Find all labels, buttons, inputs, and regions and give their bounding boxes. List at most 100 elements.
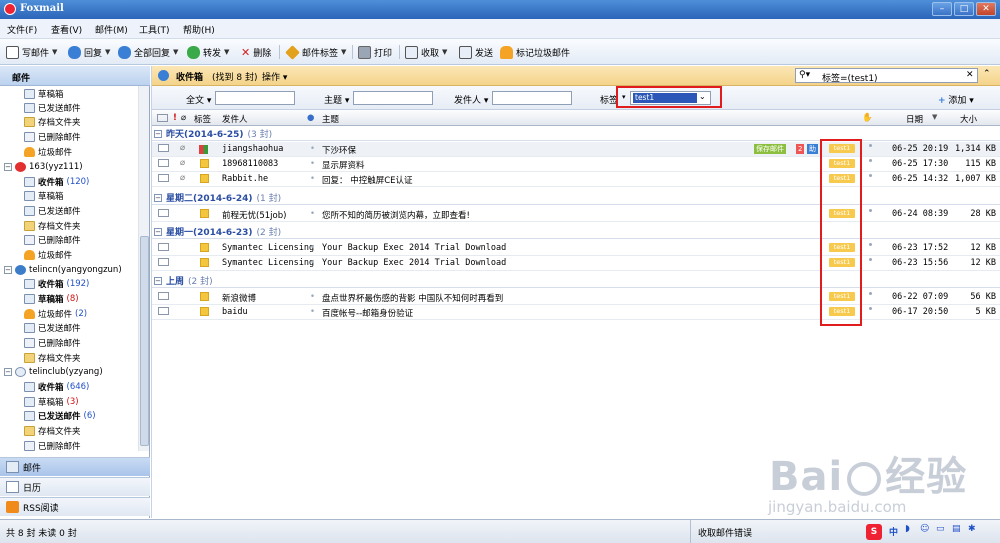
menu-mail[interactable]: 邮件(M)	[95, 23, 128, 36]
col-tag[interactable]: 标签	[194, 113, 211, 125]
group-header[interactable]: − 昨天(2014-6-25) (3 封)	[152, 127, 1000, 141]
full-text-input[interactable]	[215, 91, 295, 105]
sort-desc-icon[interactable]: ▼	[932, 113, 937, 121]
group-header[interactable]: − 上周 (2 封)	[152, 274, 1000, 288]
mark-spam-button[interactable]: 标记垃圾邮件	[500, 44, 570, 60]
sogou-ime-icon[interactable]: S	[866, 524, 882, 540]
receive-button[interactable]: 收取 ▼	[405, 44, 447, 60]
mail-tag-button[interactable]: 邮件标签 ▼	[285, 44, 346, 60]
folder-item[interactable]: 已发送邮件	[24, 101, 81, 115]
search-box[interactable]: ⚲▾ 标签=(test1) ✕	[795, 68, 978, 84]
ime-settings-icon[interactable]: ✱	[968, 524, 976, 534]
message-row[interactable]: ⌀ Rabbit.he • 回复： 中控触屏CE认证 test1 06-25 1…	[152, 172, 1000, 187]
search-input[interactable]: 标签=(test1)	[822, 71, 878, 84]
folder-item[interactable]: 已删除邮件	[24, 439, 81, 451]
message-row[interactable]: baidu • 百度帐号--邮箱身份验证 test1 06-17 20:50 5…	[152, 305, 1000, 320]
folder-item[interactable]: 垃圾邮件	[24, 248, 72, 262]
folder-header: 收件箱 (找到 8 封) 操作 ▾ ⚲▾ 标签=(test1) ✕ ⌃	[152, 66, 1000, 86]
unread-dot-column-icon[interactable]: ●	[307, 113, 314, 123]
keyboard-icon[interactable]: ▭	[936, 524, 945, 534]
minimize-button[interactable]: –	[932, 2, 952, 16]
menu-file[interactable]: 文件(F)	[7, 23, 37, 36]
priority-column-icon[interactable]: !	[173, 113, 177, 123]
nav-calendar[interactable]: 日历	[0, 477, 150, 496]
group-header[interactable]: − 星期一(2014-6-23) (2 封)	[152, 225, 1000, 239]
search-icon[interactable]: ⚲▾	[799, 70, 810, 80]
nav-mail[interactable]: 邮件	[0, 457, 150, 476]
attachment-column-icon[interactable]: ⌀	[181, 113, 186, 123]
read-status-column-icon[interactable]	[157, 114, 168, 122]
ime-mode[interactable]: 中	[889, 525, 898, 538]
close-button[interactable]: ✕	[976, 2, 996, 16]
folder-item[interactable]: 存档文件夹	[24, 219, 81, 233]
subject-input[interactable]	[353, 91, 433, 105]
folder-item[interactable]: 已发送邮件 (6)	[24, 409, 96, 423]
sender-filter[interactable]: 发件人 ▾	[454, 93, 488, 106]
account-globe-icon	[15, 265, 26, 275]
folder-item[interactable]: 已删除邮件	[24, 336, 81, 350]
message-row[interactable]: 新浪微博 • 盘点世界杯最伤感的背影 中国队不知何时再看到 test1 06-2…	[152, 290, 1000, 305]
folder-item[interactable]: 已删除邮件	[24, 233, 81, 247]
account-item[interactable]: − telinclub(yzyang)	[4, 365, 103, 379]
punctuation-icon[interactable]: ◗	[905, 524, 910, 534]
send-button[interactable]: 发送	[459, 44, 493, 60]
maximize-button[interactable]: □	[954, 2, 974, 16]
compose-button[interactable]: 写邮件 ▼	[6, 44, 57, 60]
menu-help[interactable]: 帮助(H)	[183, 23, 215, 36]
collapse-icon[interactable]: ⌃	[983, 69, 991, 79]
clear-search-icon[interactable]: ✕	[966, 70, 974, 80]
envelope-icon	[158, 243, 169, 251]
folder-item[interactable]: 草稿箱 (8)	[24, 292, 79, 306]
delete-button[interactable]: ✕ 删除	[241, 44, 271, 60]
reply-button[interactable]: 回复 ▼	[68, 44, 110, 60]
folder-item[interactable]: 草稿箱 (3)	[24, 395, 79, 409]
print-button[interactable]: 打印	[358, 44, 392, 60]
reply-all-button[interactable]: 全部回复 ▼	[118, 44, 178, 60]
message-row[interactable]: ⌀ 18968110083 • 显示屏资料 test1 06-25 17:30 …	[152, 157, 1000, 172]
account-item[interactable]: − telincn(yangyongzun)	[4, 263, 122, 277]
forward-button[interactable]: 转发 ▼	[187, 44, 229, 60]
nav-rss[interactable]: RSS阅读	[0, 497, 150, 516]
trash-icon	[24, 441, 35, 451]
ops-menu[interactable]: 操作 ▾	[262, 70, 287, 83]
col-subject[interactable]: 主题	[322, 113, 339, 125]
folder-scrollbar[interactable]	[138, 86, 149, 451]
add-filter-button[interactable]: + 添加 ▾	[938, 93, 974, 106]
menu-view[interactable]: 查看(V)	[51, 23, 82, 36]
sender-input[interactable]	[492, 91, 572, 105]
folder-item[interactable]: 收件箱 (646)	[24, 380, 89, 394]
col-size[interactable]: 大小	[960, 113, 977, 125]
folder-item[interactable]: 收件箱 (120)	[24, 175, 89, 189]
folder-item[interactable]: 已删除邮件	[24, 130, 81, 144]
group-header[interactable]: − 星期二(2014-6-24) (1 封)	[152, 191, 1000, 205]
col-sender[interactable]: 发件人	[222, 113, 248, 125]
folder-item[interactable]: 已发送邮件	[24, 204, 81, 218]
folder-item[interactable]: 草稿箱	[24, 87, 64, 101]
date: 06-23 15:56	[892, 258, 949, 268]
scrollbar-thumb[interactable]	[140, 236, 149, 446]
message-row[interactable]: Symantec Licensing • Your Backup Exec 20…	[152, 256, 1000, 271]
menu-tools[interactable]: 工具(T)	[139, 23, 170, 36]
folder-item[interactable]: 草稿箱	[24, 189, 64, 203]
subject-filter[interactable]: 主题 ▾	[324, 93, 349, 106]
spam-column-icon[interactable]: ✋	[862, 113, 873, 123]
message-row[interactable]: ⌀ jiangshaohua • 下沙环保 保存邮件 2 助 test1 06-…	[152, 142, 1000, 157]
trash-icon	[24, 132, 35, 142]
folder-item[interactable]: 垃圾邮件 (2)	[24, 307, 87, 321]
account-item[interactable]: −163(yyz111)	[4, 160, 83, 174]
menu-bar: 文件(F) 查看(V) 邮件(M) 工具(T) 帮助(H)	[0, 19, 1000, 39]
folder-item[interactable]: 存档文件夹	[24, 115, 81, 129]
ime-menu-icon[interactable]: ▤	[952, 524, 961, 534]
folder-item[interactable]: 垃圾邮件	[24, 145, 72, 159]
folder-item[interactable]: 已发送邮件	[24, 321, 81, 335]
folder-item[interactable]: 存档文件夹	[24, 351, 81, 365]
message-row[interactable]: 前程无忧(51job) • 您所不知的简历被浏览内幕，立即查看! test1 0…	[152, 207, 1000, 222]
subject: 下沙环保	[322, 146, 357, 156]
message-row[interactable]: Symantec Licensing • Your Backup Exec 20…	[152, 241, 1000, 256]
folder-item[interactable]: 存档文件夹	[24, 424, 81, 438]
col-date[interactable]: 日期	[906, 113, 923, 125]
folder-item[interactable]: 收件箱 (192)	[24, 277, 89, 291]
back-arrow-icon[interactable]	[158, 70, 169, 81]
emoji-icon[interactable]: ☺	[920, 524, 929, 534]
full-text-filter[interactable]: 全文 ▾	[186, 93, 211, 106]
